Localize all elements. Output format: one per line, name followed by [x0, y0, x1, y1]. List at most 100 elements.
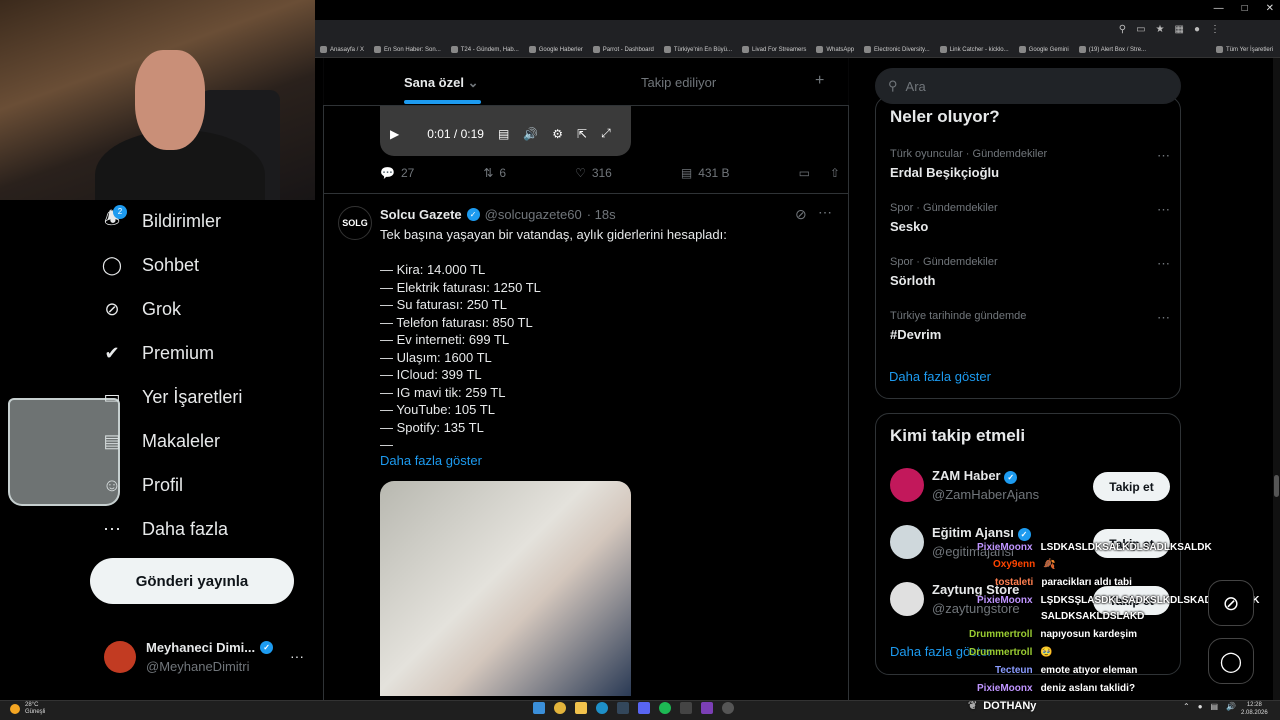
tweet-author-name[interactable]: Solcu Gazete [380, 207, 462, 222]
tray-chevron-icon[interactable]: ⌃ [1183, 702, 1190, 711]
steam-icon[interactable] [617, 702, 629, 714]
nav-premium[interactable]: ✔ Premium [100, 341, 214, 365]
trend-item[interactable]: Türkiye tarihinde gündemde #Devrim ⋯ [890, 310, 1170, 342]
nav-grok[interactable]: ⊘ Grok [100, 297, 181, 321]
messages-floating-button[interactable]: ◯ [1208, 638, 1254, 684]
window-controls: — □ ✕ [1214, 3, 1274, 14]
tweet-media-video[interactable] [380, 481, 631, 696]
repost-icon: ⇅ [483, 166, 494, 180]
bookmark-item[interactable]: Link Catcher - kicklo... [939, 46, 1009, 53]
grok-floating-button[interactable]: ⊘ [1208, 580, 1254, 626]
follow-button[interactable]: Takip et [1093, 472, 1170, 501]
trend-more-icon[interactable]: ⋯ [1157, 148, 1170, 164]
bookmark-button[interactable]: ▭ ⇧ [799, 166, 840, 180]
user-avatar[interactable] [104, 641, 136, 673]
tweet-author-avatar[interactable]: SOLG [338, 206, 372, 240]
bookmark-item[interactable]: Anasayfa / X [320, 46, 364, 53]
trend-item[interactable]: Türk oyuncular · Gündemdekiler Erdal Beş… [890, 148, 1170, 180]
close-icon[interactable]: ✕ [1266, 3, 1274, 14]
maximize-icon[interactable]: □ [1242, 3, 1248, 14]
bookmark-item[interactable]: WhatsApp [816, 46, 854, 53]
stream-channel-label: ❦ DOTHANy [968, 699, 1036, 713]
trend-item[interactable]: Spor · Gündemdekiler Sesko ⋯ [890, 202, 1170, 234]
scrollbar[interactable] [1273, 58, 1280, 710]
volume-icon[interactable]: 🔊 [523, 127, 538, 141]
extensions-icon[interactable]: ▦ [1175, 24, 1184, 35]
profile-icon[interactable]: ● [1194, 24, 1200, 35]
grok-explain-icon[interactable]: ⊘ [795, 206, 807, 223]
discord-icon[interactable] [638, 702, 650, 714]
trends-show-more-link[interactable]: Daha fazla göster [889, 369, 991, 384]
mic-icon[interactable]: ● [1198, 702, 1203, 711]
zoom-icon[interactable]: ⚲ [1119, 24, 1126, 35]
suggestion-avatar[interactable] [890, 582, 924, 616]
bookmark-item[interactable]: Google Gemini [1018, 46, 1069, 53]
weather-widget[interactable]: 28°C Güneşli [10, 702, 45, 716]
bookmark-item[interactable]: Google Haberler [528, 46, 583, 53]
trend-more-icon[interactable]: ⋯ [1157, 202, 1170, 218]
grok-icon: ⊘ [1222, 592, 1240, 615]
trend-more-icon[interactable]: ⋯ [1157, 310, 1170, 326]
streaming-app-icon[interactable] [701, 702, 713, 714]
menu-icon[interactable]: ⋮ [1210, 24, 1220, 35]
tab-for-you[interactable]: Sana özel ⌄ [404, 75, 479, 91]
add-tab-icon[interactable]: + [815, 72, 824, 90]
obs-icon[interactable] [722, 702, 734, 714]
bookmark-item[interactable]: T24 - Gündem, Hab... [450, 46, 519, 53]
scrollbar-thumb[interactable] [1274, 475, 1279, 497]
bookmark-item[interactable]: Livad For Streamers [742, 46, 806, 53]
bookmark-item[interactable]: Electronic Diversity... [864, 46, 930, 53]
spotify-icon[interactable] [659, 702, 671, 714]
network-icon[interactable]: ▤ [1211, 702, 1219, 711]
cast-icon[interactable]: ▭ [1136, 24, 1145, 35]
tab-following[interactable]: Takip ediliyor [641, 75, 716, 90]
play-icon[interactable]: ▶ [390, 127, 399, 141]
repost-count: 6 [499, 166, 507, 180]
start-icon[interactable] [533, 702, 545, 714]
edge-icon[interactable] [596, 702, 608, 714]
clock[interactable]: 12:28 2.08.2026 [1241, 701, 1268, 717]
tweet-more-icon[interactable]: ⋯ [818, 204, 832, 221]
trend-item[interactable]: Spor · Gündemdekiler Sörloth ⋯ [890, 256, 1170, 288]
popout-icon[interactable]: ⇱ [577, 127, 587, 141]
chat-text: napıyosun kardeşim [1040, 629, 1138, 640]
repost-button[interactable]: ⇅ 6 [483, 166, 506, 180]
speaker-icon[interactable]: 🔊 [1226, 702, 1236, 711]
nav-profile-label: Profil [142, 474, 184, 495]
reply-button[interactable]: 💬 27 [380, 166, 414, 180]
tweet-show-more-link[interactable]: Daha fazla göster [380, 453, 482, 468]
address-bar[interactable]: ⚲ ▭ ★ ▦ ● ⋮ [315, 20, 1280, 42]
minimize-icon[interactable]: — [1214, 3, 1224, 14]
search-input[interactable]: ⚲ Ara [875, 68, 1181, 104]
divider [323, 193, 849, 194]
trend-more-icon[interactable]: ⋯ [1157, 256, 1170, 272]
chrome-icon[interactable] [554, 702, 566, 714]
nav-bookmarks[interactable]: ▭ Yer İşaretleri [100, 385, 242, 409]
bookmark-item[interactable]: Parrot - Dashboard [592, 46, 654, 53]
file-explorer-icon[interactable] [575, 702, 587, 714]
bookmark-item[interactable]: Tüm Yer İşaretleri [1216, 46, 1273, 53]
tweet-author-handle[interactable]: @solcugazete60 [485, 207, 582, 222]
fullscreen-icon[interactable]: ⤢ [601, 126, 611, 141]
user-name-row[interactable]: Meyhaneci Dimi... ✓ [146, 640, 274, 655]
views-button[interactable]: ▤ 431 B [681, 166, 730, 180]
like-button[interactable]: ♡ 316 [575, 166, 612, 180]
captions-icon[interactable]: ▤ [498, 127, 509, 141]
nav-chat[interactable]: ◯ Sohbet [100, 253, 199, 277]
star-icon[interactable]: ★ [1156, 24, 1165, 35]
tweet-time[interactable]: · 18s [587, 207, 616, 222]
post-button[interactable]: Gönderi yayınla [90, 558, 294, 604]
bookmark-item[interactable]: Türkiye'nin En Büyü... [663, 46, 732, 53]
follow-suggestion[interactable]: ZAM Haber ✓ @ZamHaberAjans Takip et [890, 468, 1170, 512]
bookmark-item[interactable]: (19) Alert Box / Stre... [1078, 46, 1146, 53]
share-icon[interactable]: ⇧ [830, 166, 840, 180]
tweet-line: — Elektrik faturası: 1250 TL [380, 279, 541, 295]
suggestion-avatar[interactable] [890, 525, 924, 559]
suggestion-avatar[interactable] [890, 468, 924, 502]
settings-gear-icon[interactable]: ⚙ [552, 127, 563, 141]
nav-more[interactable]: ⋯ Daha fazla [100, 517, 228, 541]
trend-meta: Spor · Gündemdekiler [890, 256, 998, 268]
bookmark-item[interactable]: En Son Haber: Son... [374, 46, 441, 53]
epic-icon[interactable] [680, 702, 692, 714]
account-menu-icon[interactable]: ··· [290, 648, 304, 664]
